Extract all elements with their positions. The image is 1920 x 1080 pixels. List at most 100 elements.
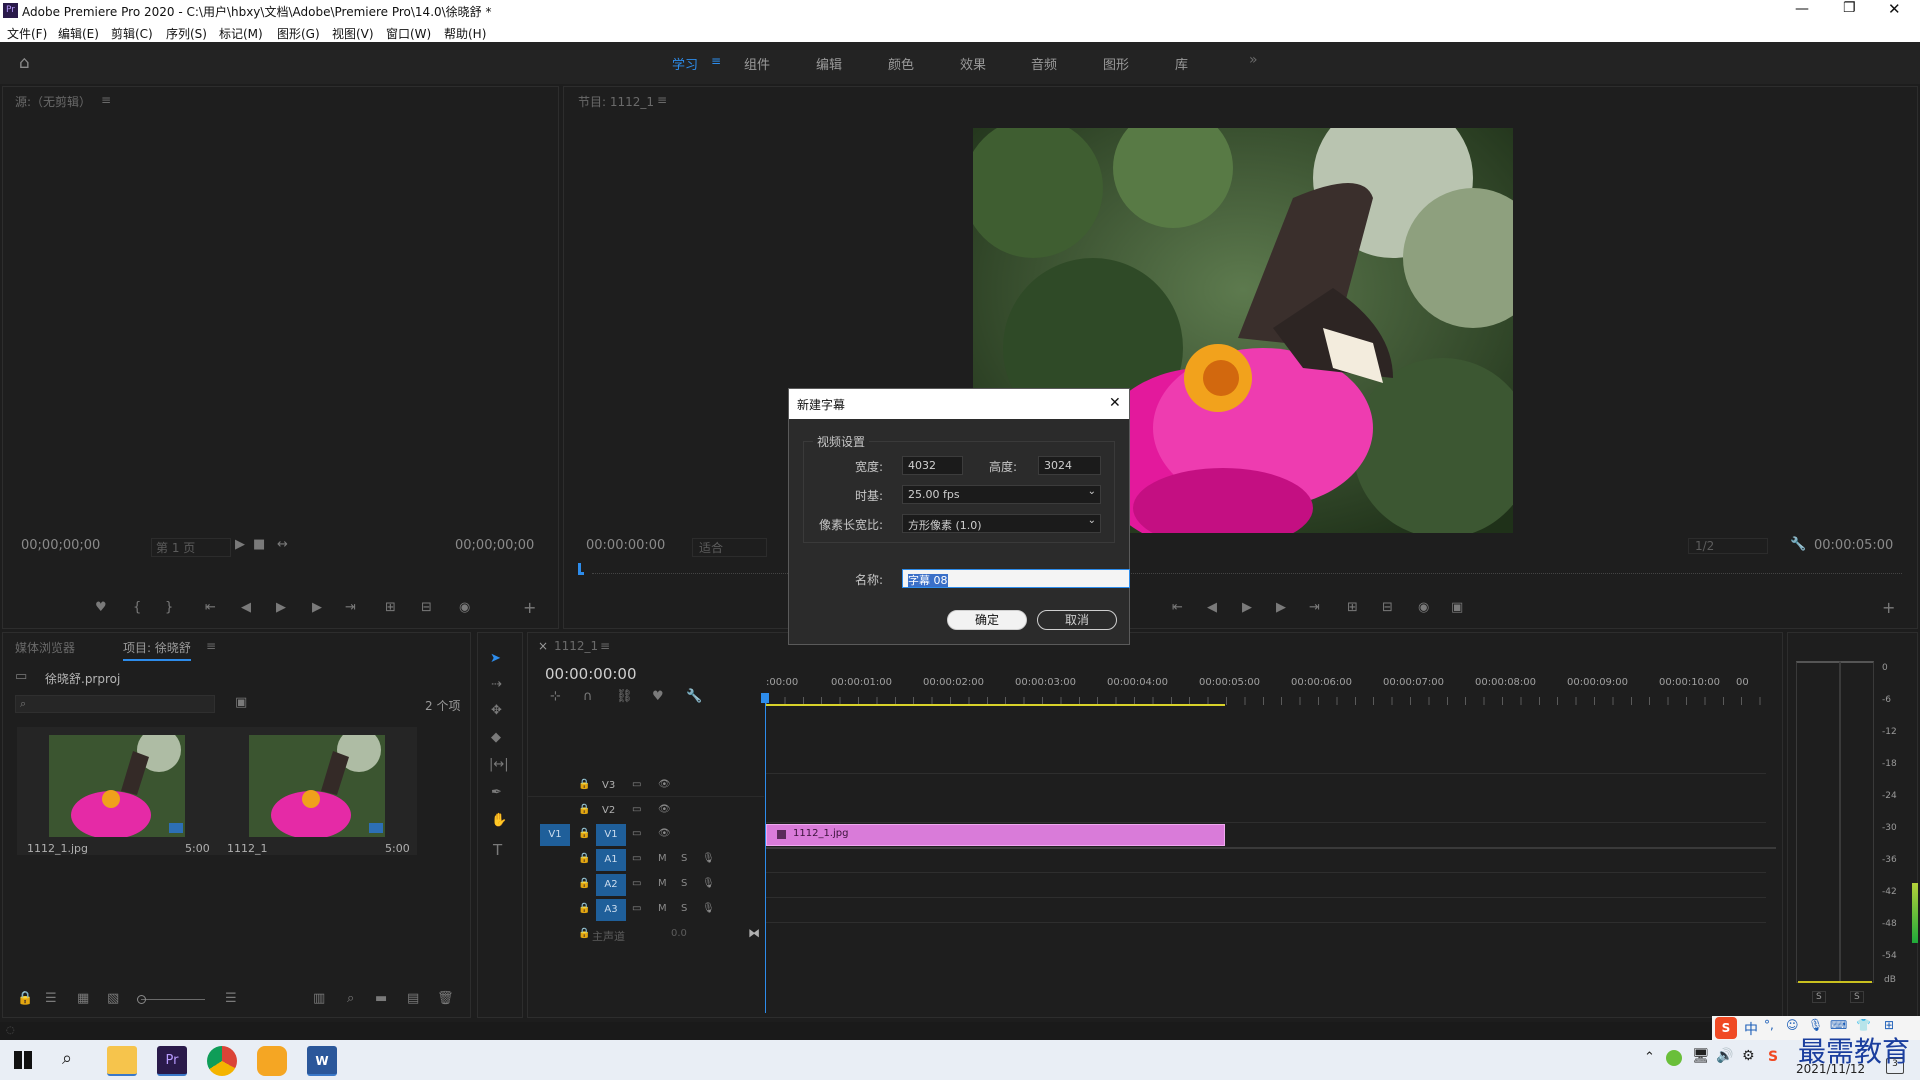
timeline-clip[interactable]: 1112_1.jpg — [766, 824, 1225, 846]
sync-lock-icon[interactable]: ▭ — [632, 779, 641, 790]
ok-button[interactable]: 确定 — [947, 610, 1027, 630]
source-square-icon[interactable]: ■ — [253, 537, 265, 552]
workspace-audio[interactable]: 音频 — [1031, 54, 1057, 73]
mic-icon[interactable]: 🎙 — [702, 903, 715, 914]
lock-icon[interactable]: 🔒 — [578, 878, 590, 889]
icon-view-icon[interactable]: ▦ — [77, 991, 89, 1006]
mute-icon[interactable]: M — [658, 903, 667, 914]
work-area-bar[interactable] — [766, 704, 1225, 706]
ime-mode[interactable]: 中 — [1744, 1019, 1758, 1039]
selection-tool-icon[interactable]: ➤ — [490, 651, 501, 666]
restore-icon[interactable]: ❐ — [1843, 0, 1856, 16]
source-page-next-icon[interactable]: ▶ — [235, 537, 245, 552]
source-panel-menu-icon[interactable]: ≡ — [101, 93, 111, 107]
sync-lock-icon[interactable]: ▭ — [632, 828, 641, 839]
home-icon[interactable]: ⌂ — [19, 53, 30, 73]
source-export-frame-icon[interactable]: ◉ — [459, 600, 470, 615]
sync-lock-icon[interactable]: ▭ — [632, 903, 641, 914]
mute-icon[interactable]: M — [658, 853, 667, 864]
razor-tool-icon[interactable]: ◆ — [491, 730, 501, 745]
eye-icon[interactable]: 👁 — [658, 804, 671, 815]
pen-tool-icon[interactable]: ✒ — [491, 785, 502, 800]
new-bin-icon[interactable]: ▬ — [375, 991, 387, 1006]
type-tool-icon[interactable]: T — [493, 841, 502, 859]
source-step-forward-icon[interactable]: ▶ — [312, 600, 322, 615]
zoom-slider-handle[interactable] — [137, 995, 146, 1004]
source-goto-in-icon[interactable]: ⇤ — [205, 600, 216, 615]
tray-ime-icon[interactable]: ⚙ — [1742, 1048, 1755, 1064]
program-monitor-tab[interactable]: 节目: 1112_1 — [578, 93, 654, 110]
program-timecode-duration[interactable]: 00:00:05:00 — [1814, 538, 1893, 553]
width-field[interactable]: 4032 — [902, 456, 963, 475]
program-timecode-playhead[interactable]: 00:00:00:00 — [586, 538, 665, 553]
program-export-frame-icon[interactable]: ◉ — [1418, 600, 1429, 615]
source-add-button-icon[interactable]: + — [523, 598, 536, 617]
network-icon[interactable]: 🖥 — [1692, 1048, 1710, 1064]
playhead-handle[interactable] — [761, 693, 769, 703]
program-lift-icon[interactable]: ⊞ — [1347, 600, 1358, 615]
sync-lock-icon[interactable]: ▭ — [632, 804, 641, 815]
track-select-tool-icon[interactable]: ⇢ — [491, 677, 502, 692]
chrome-icon[interactable] — [207, 1046, 237, 1076]
source-mark-in-icon[interactable]: { — [133, 600, 141, 615]
ripple-edit-tool-icon[interactable]: ✥ — [491, 703, 502, 718]
source-page-select[interactable]: 第 1 页 — [151, 538, 231, 557]
source-monitor-tab[interactable]: 源:（无剪辑） — [15, 93, 91, 110]
timeline-settings-icon[interactable]: 🔧 — [686, 689, 702, 704]
menu-view[interactable]: 视图(V) — [332, 25, 374, 42]
lock-icon[interactable]: 🔒 — [578, 853, 590, 864]
program-fit-select[interactable]: 适合 — [692, 538, 767, 557]
menu-marker[interactable]: 标记(M) — [219, 25, 263, 42]
file-explorer-icon[interactable] — [107, 1046, 137, 1076]
ime-emoji-icon[interactable]: ☺ — [1786, 1018, 1799, 1032]
source-overwrite-icon[interactable]: ⊟ — [421, 600, 432, 615]
tray-sogou-icon[interactable]: S — [1768, 1049, 1778, 1065]
program-add-button-icon[interactable]: + — [1882, 598, 1895, 617]
workspace-effects[interactable]: 效果 — [960, 54, 986, 73]
mic-icon[interactable]: 🎙 — [702, 878, 715, 889]
timeline-close-icon[interactable]: × — [538, 639, 548, 653]
search-icon[interactable]: ⌕ — [62, 1048, 72, 1069]
menu-clip[interactable]: 剪辑(C) — [111, 25, 153, 42]
workspace-libraries[interactable]: 库 — [1175, 54, 1188, 73]
automate-icon[interactable]: ▥ — [313, 991, 325, 1006]
timeline-sequence-tab[interactable]: 1112_1 — [554, 639, 598, 653]
lock-icon[interactable]: 🔒 — [578, 903, 590, 914]
windows-start-icon[interactable] — [14, 1051, 32, 1069]
mic-icon[interactable]: 🎙 — [702, 853, 715, 864]
track-v1-label[interactable]: V1 — [596, 824, 626, 846]
new-bin-from-search-icon[interactable]: ▣ — [235, 695, 247, 710]
cancel-button[interactable]: 取消 — [1037, 610, 1117, 630]
source-timecode-in[interactable]: 00;00;00;00 — [21, 538, 100, 553]
track-v3-label[interactable]: V3 — [602, 780, 615, 791]
timeline-menu-icon[interactable]: ≡ — [600, 639, 610, 653]
source-expand-icon[interactable]: ↔ — [277, 537, 288, 552]
close-window-icon[interactable]: ✕ — [1888, 0, 1901, 18]
tray-expand-icon[interactable]: ⌃ — [1644, 1050, 1655, 1065]
program-settings-wrench-icon[interactable]: 🔧 — [1790, 537, 1806, 552]
program-play-icon[interactable]: ▶ — [1242, 600, 1252, 615]
lock-icon[interactable]: 🔒 — [17, 991, 33, 1006]
tab-project[interactable]: 项目: 徐晓舒 — [123, 639, 191, 661]
sync-lock-icon[interactable]: ▭ — [632, 853, 641, 864]
freeform-view-icon[interactable]: ▧ — [107, 991, 119, 1006]
workspace-overflow-icon[interactable]: » — [1249, 52, 1258, 68]
menu-graphics[interactable]: 图形(G) — [277, 25, 320, 42]
program-extract-icon[interactable]: ⊟ — [1382, 600, 1393, 615]
menu-window[interactable]: 窗口(W) — [386, 25, 431, 42]
solo-icon[interactable]: S — [681, 878, 687, 889]
eye-icon[interactable]: 👁 — [658, 828, 671, 839]
lock-icon[interactable]: 🔒 — [578, 804, 590, 815]
source-timecode-out[interactable]: 00;00;00;00 — [455, 538, 534, 553]
workspace-menu-icon[interactable]: ≡ — [711, 54, 721, 68]
mute-icon[interactable]: M — [658, 878, 667, 889]
slip-tool-icon[interactable]: |↔| — [489, 757, 509, 772]
source-play-icon[interactable]: ▶ — [276, 600, 286, 615]
lock-icon[interactable]: 🔒 — [578, 779, 590, 790]
solo-left-button[interactable]: S — [1812, 991, 1826, 1003]
program-panel-menu-icon[interactable]: ≡ — [657, 93, 667, 107]
solo-right-button[interactable]: S — [1850, 991, 1864, 1003]
menu-sequence[interactable]: 序列(S) — [166, 25, 207, 42]
linked-selection-icon[interactable]: ⛓ — [616, 689, 633, 704]
workspace-editing[interactable]: 编辑 — [816, 54, 842, 73]
